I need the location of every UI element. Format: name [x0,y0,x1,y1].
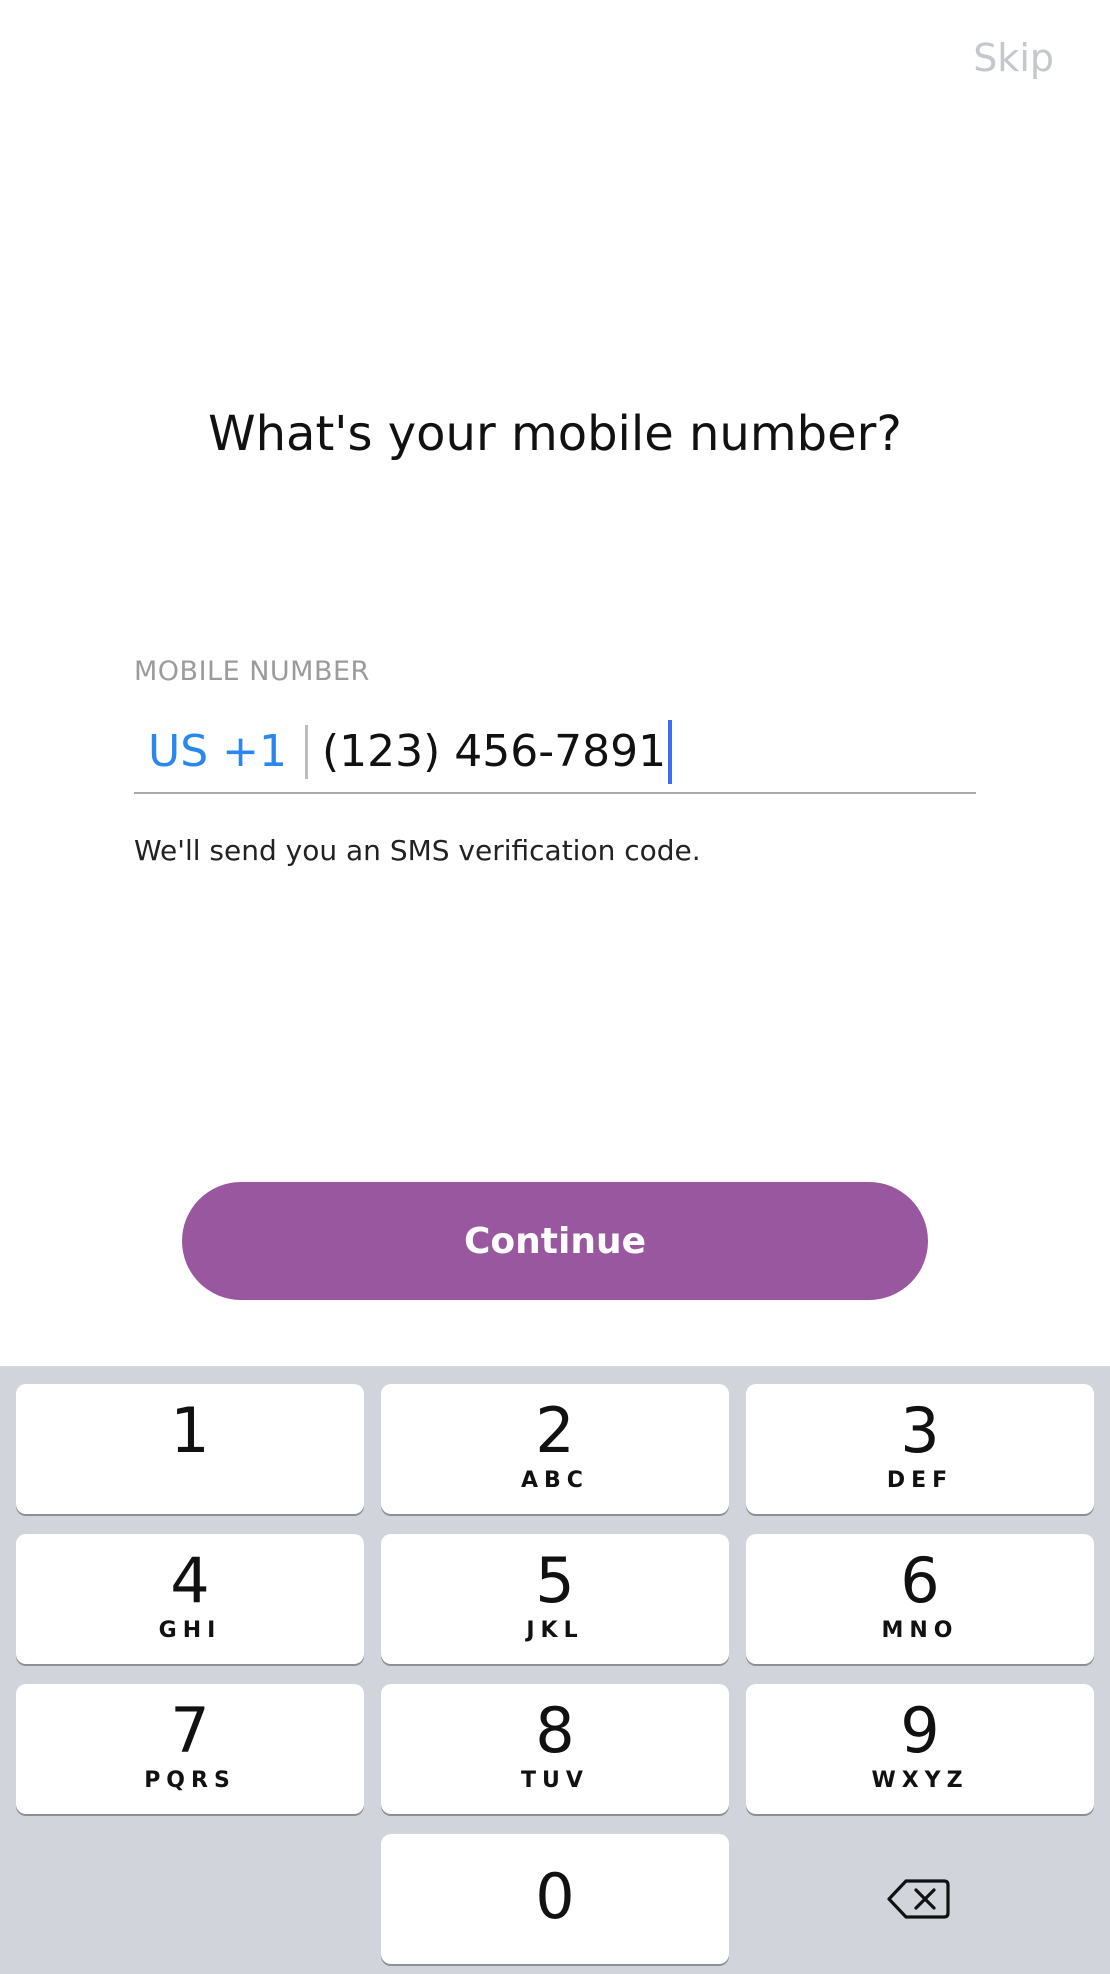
key-5[interactable]: 5 JKL [381,1534,729,1664]
key-letters: PQRS [144,1768,236,1793]
key-digit: 8 [535,1694,575,1767]
key-6[interactable]: 6 MNO [746,1534,1094,1664]
key-4[interactable]: 4 GHI [16,1534,364,1664]
key-letters: WXYZ [871,1768,969,1793]
key-letters: ABC [521,1468,589,1493]
key-letters: GHI [158,1618,222,1643]
key-digit: 7 [170,1694,210,1767]
key-digit: 1 [170,1394,210,1467]
backspace-button[interactable] [744,1834,1092,1964]
key-digit: 3 [900,1394,940,1467]
key-digit: 2 [535,1394,575,1467]
country-code-selector[interactable]: US +1 [134,730,305,774]
key-letters: JKL [526,1618,584,1643]
key-8[interactable]: 8 TUV [381,1684,729,1814]
phone-number-input[interactable]: (123) 456-7891 [322,730,666,774]
field-divider [304,725,308,779]
skip-button[interactable]: Skip [973,36,1054,80]
key-letters: TUV [521,1768,589,1793]
backspace-icon [887,1879,950,1919]
key-digit: 9 [900,1694,940,1767]
page-title: What's your mobile number? [208,406,902,462]
mobile-number-label: MOBILE NUMBER [134,656,370,687]
key-7[interactable]: 7 PQRS [16,1684,364,1814]
key-9[interactable]: 9 WXYZ [746,1684,1094,1814]
continue-button[interactable]: Continue [182,1182,928,1300]
text-cursor [668,720,673,784]
key-1[interactable]: 1 [16,1384,364,1514]
key-digit: 6 [900,1544,940,1617]
key-digit: 4 [170,1544,210,1617]
key-3[interactable]: 3 DEF [746,1384,1094,1514]
key-letters: DEF [886,1468,954,1493]
key-digit: 5 [535,1544,575,1617]
key-2[interactable]: 2 ABC [381,1384,729,1514]
key-digit: 0 [535,1860,575,1933]
mobile-number-field[interactable]: US +1 (123) 456-7891 [134,712,976,794]
key-0[interactable]: 0 [381,1834,729,1964]
key-letters: MNO [881,1618,959,1643]
sms-hint-text: We'll send you an SMS verification code. [134,834,701,867]
